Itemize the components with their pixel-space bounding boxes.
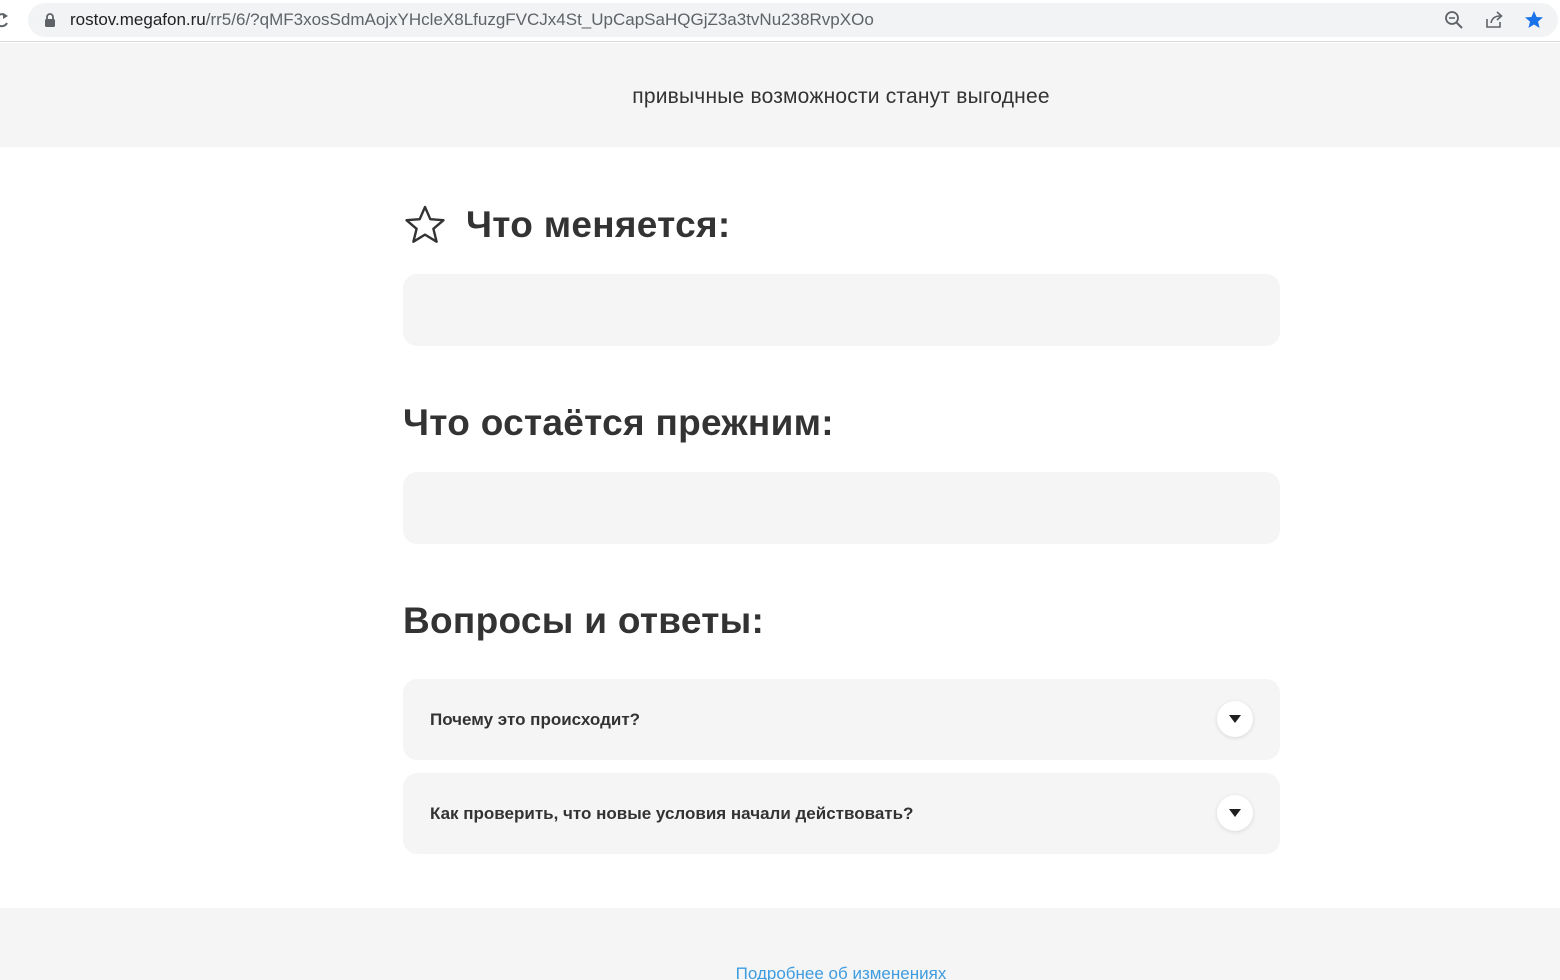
promo-band: привычные возможности станут выгоднее: [0, 43, 1560, 147]
caret-down-icon: [1229, 715, 1241, 723]
unchanged-header: Что остаётся прежним:: [403, 401, 834, 445]
more-details-link[interactable]: Подробнее об изменениях: [0, 964, 1560, 980]
faq-expand-button[interactable]: [1217, 701, 1253, 737]
browser-toolbar: rostov.megafon.ru/rr5/6/?qMF3xosSdmAojxY…: [0, 0, 1560, 42]
faq-item[interactable]: Почему это происходит?: [403, 679, 1280, 760]
url-text[interactable]: rostov.megafon.ru/rr5/6/?qMF3xosSdmAojxY…: [70, 10, 874, 30]
zoom-icon[interactable]: [1444, 10, 1464, 30]
faq-question[interactable]: Почему это происходит?: [430, 709, 640, 731]
footer-band: Подробнее об изменениях: [0, 908, 1560, 980]
lock-icon[interactable]: [44, 13, 56, 27]
promo-text: привычные возможности станут выгоднее: [632, 85, 1050, 108]
url-path: /rr5/6/?qMF3xosSdmAojxYHcleX8LfuzgFVCJx4…: [205, 10, 874, 29]
caret-down-icon: [1229, 809, 1241, 817]
faq-title: Вопросы и ответы:: [403, 600, 765, 641]
unchanged-title: Что остаётся прежним:: [403, 402, 834, 443]
changes-card: [403, 274, 1280, 346]
faq-question[interactable]: Как проверить, что новые условия начали …: [430, 803, 913, 825]
url-host: rostov.megafon.ru: [70, 10, 206, 29]
reload-icon[interactable]: [0, 10, 10, 30]
faq-item[interactable]: Как проверить, что новые условия начали …: [403, 773, 1280, 854]
unchanged-card: [403, 472, 1280, 544]
changes-header: Что меняется:: [403, 203, 731, 247]
changes-title: Что меняется:: [466, 204, 731, 245]
faq-expand-button[interactable]: [1217, 795, 1253, 831]
address-bar[interactable]: rostov.megafon.ru/rr5/6/?qMF3xosSdmAojxY…: [28, 3, 1558, 37]
share-icon[interactable]: [1484, 10, 1504, 30]
star-outline-icon: [405, 205, 445, 243]
faq-header: Вопросы и ответы:: [403, 599, 764, 643]
star-bookmark-icon[interactable]: [1524, 10, 1544, 30]
